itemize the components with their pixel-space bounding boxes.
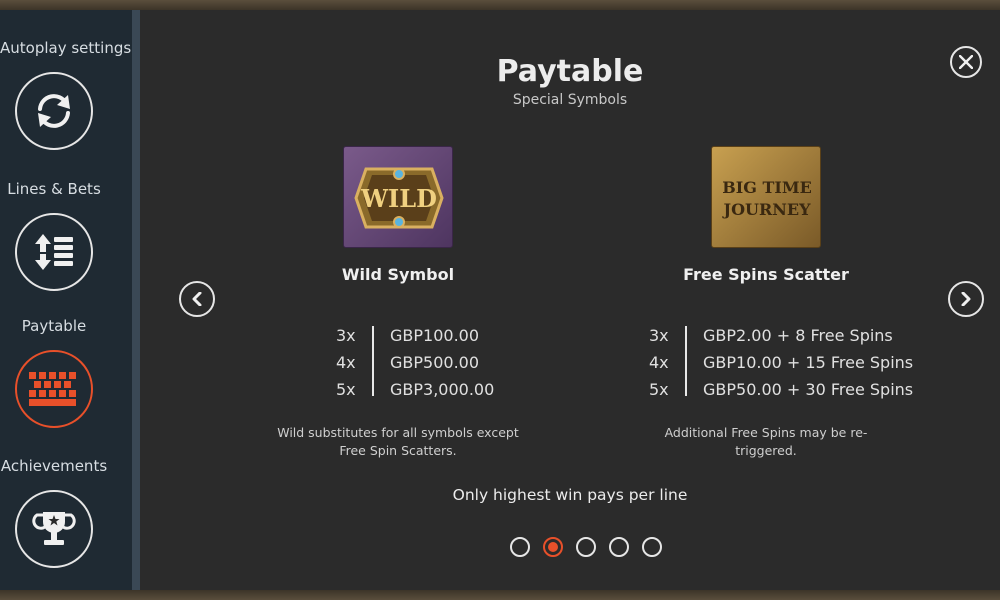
scatter-symbol-title: Free Spins Scatter bbox=[683, 265, 849, 284]
wild-description: Wild substitutes for all symbols except … bbox=[268, 424, 528, 460]
wild-description-line-1: Wild substitutes for all symbols except bbox=[277, 425, 519, 440]
page-title: Paytable bbox=[496, 54, 644, 89]
payout-value: GBP10.00 + 15 Free Spins bbox=[703, 353, 914, 372]
payout-multiplier: 5x bbox=[336, 380, 356, 399]
wild-symbol-image: WILD bbox=[343, 146, 453, 248]
wild-logo-text: WILD bbox=[360, 184, 437, 213]
payout-value: GBP100.00 bbox=[390, 326, 480, 345]
scatter-description: Additional Free Spins may be re- trigger… bbox=[636, 424, 896, 460]
scatter-description-line-1: Additional Free Spins may be re- bbox=[664, 425, 868, 440]
lines-bets-icon[interactable] bbox=[15, 213, 93, 291]
payout-value: GBP3,000.00 bbox=[390, 380, 495, 399]
bottom-frame-border bbox=[0, 590, 1000, 600]
next-page-button[interactable] bbox=[948, 281, 984, 317]
close-button[interactable] bbox=[950, 46, 982, 78]
wild-description-line-2: Free Spin Scatters. bbox=[339, 443, 457, 458]
sidebar-scroll-rail bbox=[132, 10, 140, 590]
wild-symbol-title: Wild Symbol bbox=[341, 265, 455, 284]
page-subtitle: Special Symbols bbox=[512, 92, 628, 108]
sidebar-item-label: Paytable bbox=[21, 317, 87, 335]
payout-multiplier: 3x bbox=[336, 326, 356, 345]
payout-value: GBP500.00 bbox=[390, 353, 480, 372]
payout-multiplier: 4x bbox=[649, 353, 669, 372]
page-dot[interactable] bbox=[609, 537, 629, 557]
autoplay-refresh-icon[interactable] bbox=[15, 72, 93, 150]
sidebar-item-label: Lines & Bets bbox=[7, 180, 101, 198]
page-dot[interactable] bbox=[576, 537, 596, 557]
sidebar-item-label: Achievements bbox=[0, 457, 108, 475]
chevron-left-icon bbox=[192, 292, 202, 306]
payout-multiplier: 3x bbox=[649, 326, 669, 345]
close-icon bbox=[959, 55, 973, 69]
page-indicator bbox=[510, 537, 670, 559]
chevron-right-icon bbox=[961, 292, 971, 306]
payout-value: GBP2.00 + 8 Free Spins bbox=[703, 326, 893, 345]
scatter-symbol-image: BIG TIME JOURNEY bbox=[711, 146, 821, 248]
page-dot[interactable] bbox=[642, 537, 662, 557]
trophy-icon[interactable] bbox=[15, 490, 93, 568]
sidebar: Autoplay settings Lines & Bets Paytable … bbox=[0, 10, 132, 590]
payout-multiplier: 4x bbox=[336, 353, 356, 372]
wild-payout-table: 3x GBP100.00 4x GBP500.00 5x GBP3,000.00 bbox=[336, 326, 536, 406]
paytable-grid-icon[interactable] bbox=[15, 350, 93, 428]
page-dot[interactable] bbox=[510, 537, 530, 557]
paytable-panel: Paytable Special Symbols WILD Wild Symbo… bbox=[140, 10, 1000, 590]
page-dot-active[interactable] bbox=[543, 537, 563, 557]
scatter-logo-text-1: BIG TIME bbox=[722, 178, 812, 197]
scatter-payout-table: 3x GBP2.00 + 8 Free Spins 4x GBP10.00 + … bbox=[649, 326, 949, 406]
footer-note: Only highest win pays per line bbox=[452, 486, 688, 504]
payout-value: GBP50.00 + 30 Free Spins bbox=[703, 380, 914, 399]
sidebar-item-label: Autoplay settings bbox=[0, 39, 132, 57]
scatter-description-line-2: triggered. bbox=[735, 443, 797, 458]
scatter-logo-text-2: JOURNEY bbox=[722, 200, 812, 219]
payout-multiplier: 5x bbox=[649, 380, 669, 399]
top-frame-border bbox=[0, 0, 1000, 10]
prev-page-button[interactable] bbox=[179, 281, 215, 317]
